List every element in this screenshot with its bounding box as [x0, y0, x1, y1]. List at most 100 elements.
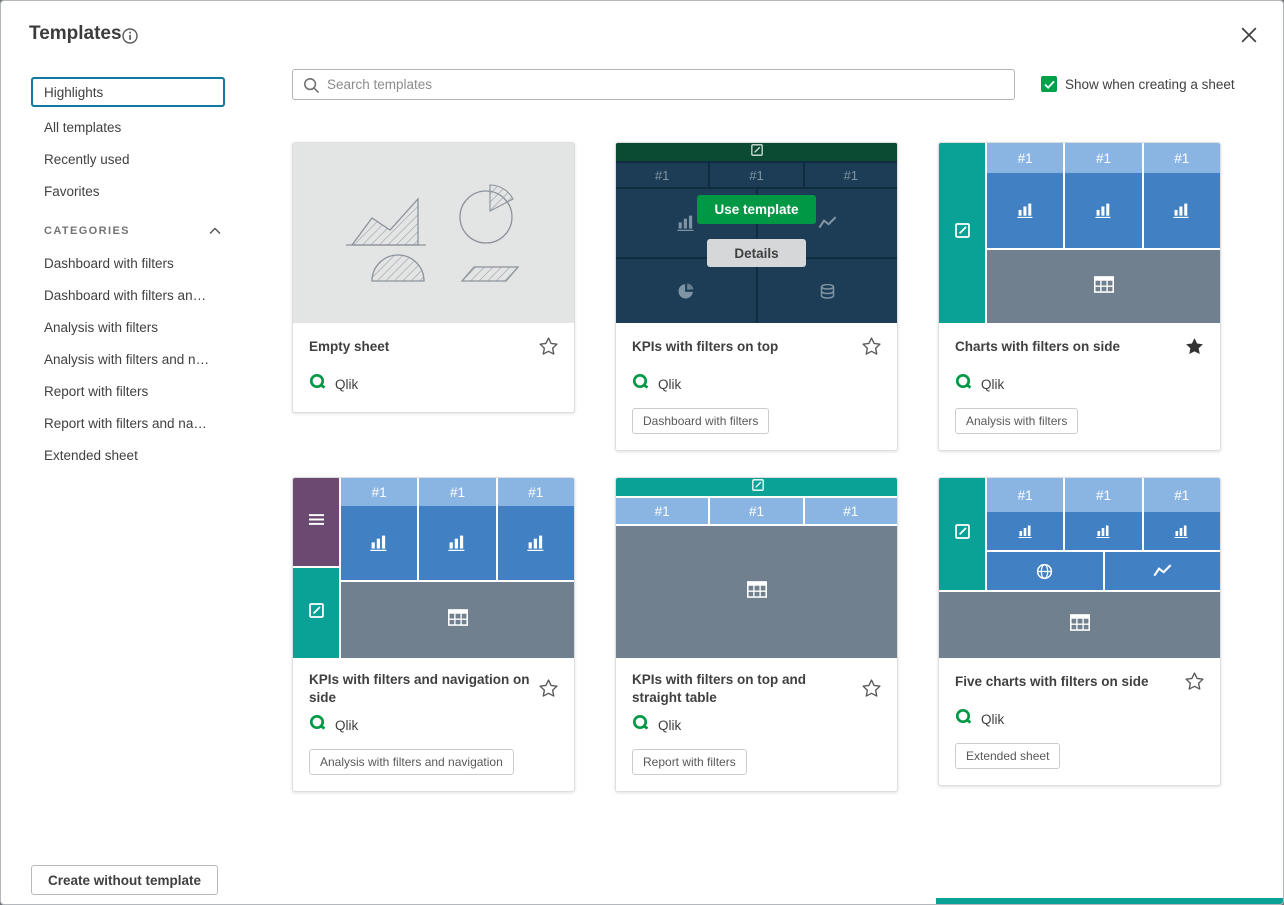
info-icon[interactable] [122, 28, 138, 44]
qlik-logo-icon [632, 714, 650, 737]
bar-chart-icon [1144, 512, 1220, 550]
qlik-logo-icon [632, 373, 650, 396]
kpi-label: #1 [987, 143, 1063, 173]
details-button[interactable]: Details [707, 239, 805, 267]
kpi-tile: #1 [1065, 478, 1141, 550]
template-card-kpis-filters-top[interactable]: #1 #1 #1 Use templ [615, 142, 898, 451]
kpi-tile: #1 [987, 143, 1063, 248]
sidebar-category-report-with-filters-and-nav[interactable]: Report with filters and na… [31, 407, 225, 439]
use-template-button[interactable]: Use template [697, 195, 815, 224]
sheet-icon [955, 223, 970, 243]
table-area [987, 250, 1220, 323]
table-icon [747, 581, 767, 603]
kpi-tile: #1 [1065, 143, 1141, 248]
publisher-row: Qlik [955, 708, 1206, 731]
kpi-tile: #1 [710, 498, 802, 524]
sidebar-category-analysis-with-filters-and-nav[interactable]: Analysis with filters and n… [31, 343, 225, 375]
publisher-row: Qlik [632, 373, 883, 396]
qlik-logo-icon [955, 708, 973, 731]
thumbnail-five-charts-filters-side: #1 #1 #1 [939, 478, 1220, 658]
kpi-tiles-row: #1 #1 #1 [987, 143, 1220, 248]
thumbnail-charts-filters-side: #1 #1 #1 [939, 143, 1220, 323]
menu-icon [309, 513, 324, 531]
qlik-logo-icon [309, 373, 327, 396]
template-card-kpis-top-straight-table[interactable]: #1 #1 #1 KPIs with filters on top and st… [615, 477, 898, 792]
bar-chart-icon [987, 512, 1063, 550]
template-card-charts-filters-side[interactable]: #1 #1 #1 [938, 142, 1221, 451]
card-body: KPIs with filters on top and straight ta… [616, 658, 897, 791]
template-card-kpis-filters-nav-side[interactable]: #1 #1 #1 [292, 477, 575, 792]
sidebar-item-favorites[interactable]: Favorites [31, 175, 225, 207]
favorite-star-icon[interactable] [1184, 671, 1206, 693]
sheet-icon [752, 478, 764, 496]
sidebar-item-highlights[interactable]: Highlights [31, 77, 225, 107]
line-chart-icon [1105, 552, 1221, 590]
kpi-tile: #1 [616, 498, 708, 524]
template-card-empty-sheet[interactable]: Empty sheet Qlik [292, 142, 575, 413]
kpi-tiles-row: #1 #1 #1 [341, 478, 574, 580]
favorite-star-icon[interactable] [861, 678, 883, 700]
kpi-label: #1 [1065, 143, 1141, 173]
card-title: KPIs with filters and navigation on side [309, 671, 531, 706]
bar-chart-icon [341, 506, 417, 580]
kpi-label: #1 [1144, 143, 1220, 173]
sidebar-category-report-with-filters[interactable]: Report with filters [31, 375, 225, 407]
favorite-star-icon[interactable] [538, 678, 560, 700]
filter-bar [293, 568, 339, 658]
checkbox-checked-icon[interactable] [1041, 76, 1057, 92]
sidebar-category-extended-sheet[interactable]: Extended sheet [31, 439, 225, 471]
publisher-name: Qlik [981, 377, 1004, 392]
kpi-tile: #1 [419, 478, 495, 580]
chevron-up-icon[interactable] [209, 222, 221, 240]
chart-sketch-illustration [334, 171, 534, 295]
card-title: KPIs with filters on top [632, 338, 854, 356]
sidebar-item-recently-used[interactable]: Recently used [31, 143, 225, 175]
search-input[interactable] [293, 70, 1014, 99]
card-body: Empty sheet Qlik [293, 323, 574, 412]
publisher-name: Qlik [335, 718, 358, 733]
search-box [292, 69, 1015, 100]
card-body: KPIs with filters and navigation on side… [293, 658, 574, 791]
bar-chart-icon [1144, 173, 1220, 248]
sheet-icon [309, 603, 324, 623]
filter-bar [939, 143, 985, 323]
sidebar-category-analysis-with-filters[interactable]: Analysis with filters [31, 311, 225, 343]
bar-chart-icon [987, 173, 1063, 248]
bar-chart-icon [1065, 512, 1141, 550]
thumbnail-empty-sheet [293, 143, 574, 323]
kpi-tile: #1 [987, 478, 1063, 550]
thumbnail-kpis-top-straight-table: #1 #1 #1 [616, 478, 897, 658]
publisher-name: Qlik [658, 377, 681, 392]
card-body: Five charts with filters on side Qlik Ex… [939, 658, 1220, 785]
favorite-star-icon-filled[interactable] [1184, 336, 1206, 358]
sidebar-item-all-templates[interactable]: All templates [31, 111, 225, 143]
show-when-creating-toggle[interactable]: Show when creating a sheet [1041, 74, 1235, 94]
publisher-name: Qlik [981, 712, 1004, 727]
categories-header: CATEGORIES [31, 215, 225, 247]
create-without-template-button[interactable]: Create without template [31, 865, 218, 895]
kpi-label: #1 [1144, 478, 1220, 512]
card-title: KPIs with filters on top and straight ta… [632, 671, 854, 706]
qlik-logo-icon [309, 714, 327, 737]
category-tag: Extended sheet [955, 743, 1060, 769]
category-tag: Analysis with filters and navigation [309, 749, 514, 775]
card-title: Charts with filters on side [955, 338, 1177, 356]
card-title: Empty sheet [309, 338, 531, 356]
publisher-row: Qlik [955, 373, 1206, 396]
kpi-tile: #1 [1144, 478, 1220, 550]
kpi-label: #1 [498, 478, 574, 506]
close-icon[interactable] [1241, 27, 1259, 45]
table-area [939, 592, 1220, 658]
publisher-name: Qlik [658, 718, 681, 733]
favorite-star-icon[interactable] [538, 336, 560, 358]
sidebar: Highlights All templates Recently used F… [31, 77, 225, 471]
filter-bar [616, 478, 897, 496]
thumbnail-kpis-filters-nav-side: #1 #1 #1 [293, 478, 574, 658]
qlik-logo-icon [955, 373, 973, 396]
publisher-row: Qlik [632, 714, 883, 737]
sidebar-category-dashboard-with-filters[interactable]: Dashboard with filters [31, 247, 225, 279]
favorite-star-icon[interactable] [861, 336, 883, 358]
sidebar-category-dashboard-with-filters-and-nav[interactable]: Dashboard with filters an… [31, 279, 225, 311]
template-card-five-charts-filters-side[interactable]: #1 #1 #1 [938, 477, 1221, 786]
kpi-tile: #1 [341, 478, 417, 580]
